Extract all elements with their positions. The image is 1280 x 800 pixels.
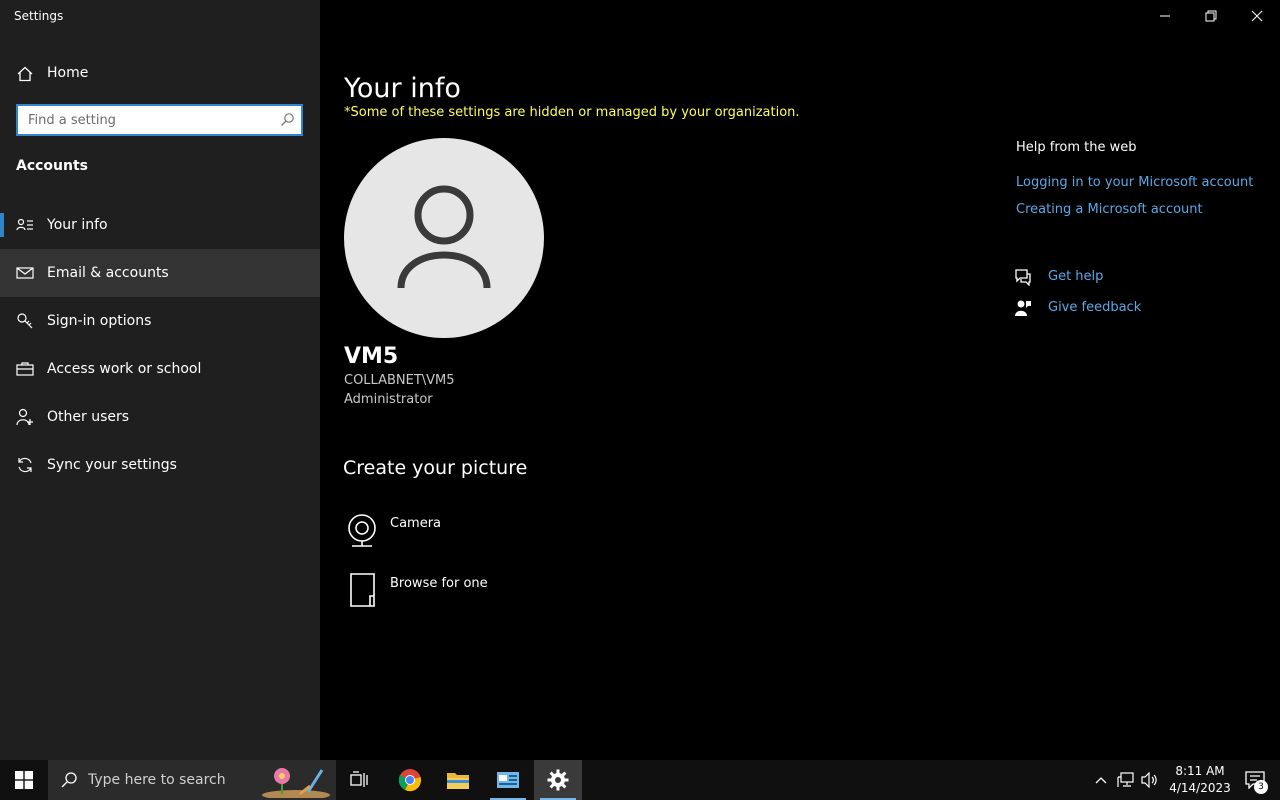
managed-notice: *Some of these settings are hidden or ma… xyxy=(344,105,800,120)
user-avatar-icon xyxy=(397,185,491,289)
taskbar-search[interactable]: Type here to search xyxy=(48,760,336,800)
sidebar-item-label: Other users xyxy=(47,409,130,425)
user-domain: COLLABNET\VM5 xyxy=(344,373,455,388)
help-title: Help from the web xyxy=(1016,140,1137,155)
search-highlight-art-icon xyxy=(262,768,330,798)
camera-option[interactable]: Camera xyxy=(344,512,644,552)
avatar xyxy=(344,138,544,338)
settings-search-box[interactable] xyxy=(16,104,303,136)
person-add-icon xyxy=(16,408,33,426)
sidebar-item-access-work-school[interactable]: Access work or school xyxy=(0,345,320,393)
page-title: Your info xyxy=(344,73,461,105)
task-view-button[interactable] xyxy=(336,760,384,800)
system-tray: 8:11 AM 4/14/2023 3 xyxy=(1080,760,1280,800)
close-icon xyxy=(1251,10,1263,22)
taskbar: Type here to search 8:11 AM 4/14/2023 3 xyxy=(0,760,1280,800)
sidebar-item-label: Access work or school xyxy=(47,361,202,377)
camera-icon xyxy=(348,514,376,547)
restore-icon xyxy=(1205,10,1217,22)
key-icon xyxy=(17,313,33,329)
document-icon xyxy=(350,573,375,607)
user-role: Administrator xyxy=(344,392,433,407)
browse-label: Browse for one xyxy=(390,576,488,591)
network-tray-button[interactable] xyxy=(1114,760,1138,800)
sidebar-item-your-info[interactable]: Your info xyxy=(0,201,320,249)
volume-tray-button[interactable] xyxy=(1138,760,1162,800)
search-icon[interactable] xyxy=(279,112,295,128)
section-title-accounts: Accounts xyxy=(16,158,89,174)
taskbar-search-placeholder: Type here to search xyxy=(88,772,226,788)
person-list-icon xyxy=(16,218,33,231)
settings-search-input[interactable] xyxy=(18,106,278,134)
sidebar-item-other-users[interactable]: Other users xyxy=(0,393,320,441)
home-icon xyxy=(17,66,33,82)
chrome-icon xyxy=(398,769,421,792)
search-icon xyxy=(61,772,77,788)
help-link-create-account[interactable]: Creating a Microsoft account xyxy=(1016,202,1203,217)
clock-time[interactable]: 8:11 AM xyxy=(1168,764,1232,778)
give-feedback-label: Give feedback xyxy=(1048,300,1142,315)
mail-icon xyxy=(16,267,34,279)
user-name: VM5 xyxy=(344,344,399,369)
minimize-icon xyxy=(1160,15,1170,17)
get-help-link[interactable]: Get help xyxy=(1014,266,1254,290)
sidebar-home-label: Home xyxy=(47,65,89,81)
sync-icon xyxy=(18,457,32,473)
chrome-taskbar-button[interactable] xyxy=(386,760,434,800)
start-button[interactable] xyxy=(0,760,48,800)
action-center-button[interactable] xyxy=(1238,760,1272,800)
give-feedback-link[interactable]: Give feedback xyxy=(1014,297,1254,321)
browse-option[interactable]: Browse for one xyxy=(344,572,644,612)
minimize-button[interactable] xyxy=(1142,0,1188,32)
windows-logo-icon xyxy=(15,771,33,789)
sidebar-item-email-accounts[interactable]: Email & accounts xyxy=(0,249,320,297)
folder-icon xyxy=(447,773,469,789)
clock-date[interactable]: 4/14/2023 xyxy=(1168,781,1232,795)
file-explorer-taskbar-button[interactable] xyxy=(434,760,482,800)
create-picture-title: Create your picture xyxy=(343,457,528,479)
sidebar-home[interactable]: Home xyxy=(0,58,320,88)
camera-label: Camera xyxy=(390,516,442,531)
chevron-up-icon xyxy=(1095,777,1107,784)
sidebar-item-sync-settings[interactable]: Sync your settings xyxy=(0,441,320,489)
sidebar-item-sign-in-options[interactable]: Sign-in options xyxy=(0,297,320,345)
close-button[interactable] xyxy=(1234,0,1280,32)
restore-button[interactable] xyxy=(1188,0,1234,32)
volume-icon xyxy=(1141,772,1157,788)
sidebar: Settings Home Accounts Your info Email &… xyxy=(0,0,320,760)
sidebar-item-label: Sync your settings xyxy=(47,457,177,473)
feedback-icon xyxy=(1015,300,1031,316)
app-title: Settings xyxy=(14,9,64,23)
notification-count-badge: 3 xyxy=(1254,780,1268,794)
task-view-icon xyxy=(350,771,368,787)
sidebar-item-label: Sign-in options xyxy=(47,313,152,329)
sidebar-item-label: Your info xyxy=(47,217,108,233)
settings-taskbar-button[interactable] xyxy=(534,760,582,800)
network-icon xyxy=(1117,772,1134,787)
help-link-logging-in[interactable]: Logging in to your Microsoft account xyxy=(1016,175,1253,190)
show-hidden-icons-button[interactable] xyxy=(1088,760,1114,800)
chat-help-icon xyxy=(1015,269,1031,286)
get-help-label: Get help xyxy=(1048,269,1104,284)
main-content: Your info *Some of these settings are hi… xyxy=(320,0,1280,760)
control-panel-icon xyxy=(497,772,519,788)
sidebar-item-label: Email & accounts xyxy=(47,265,169,281)
gear-icon xyxy=(547,769,569,791)
briefcase-icon xyxy=(16,362,34,376)
control-panel-taskbar-button[interactable] xyxy=(484,760,532,800)
window-controls xyxy=(1142,0,1280,32)
